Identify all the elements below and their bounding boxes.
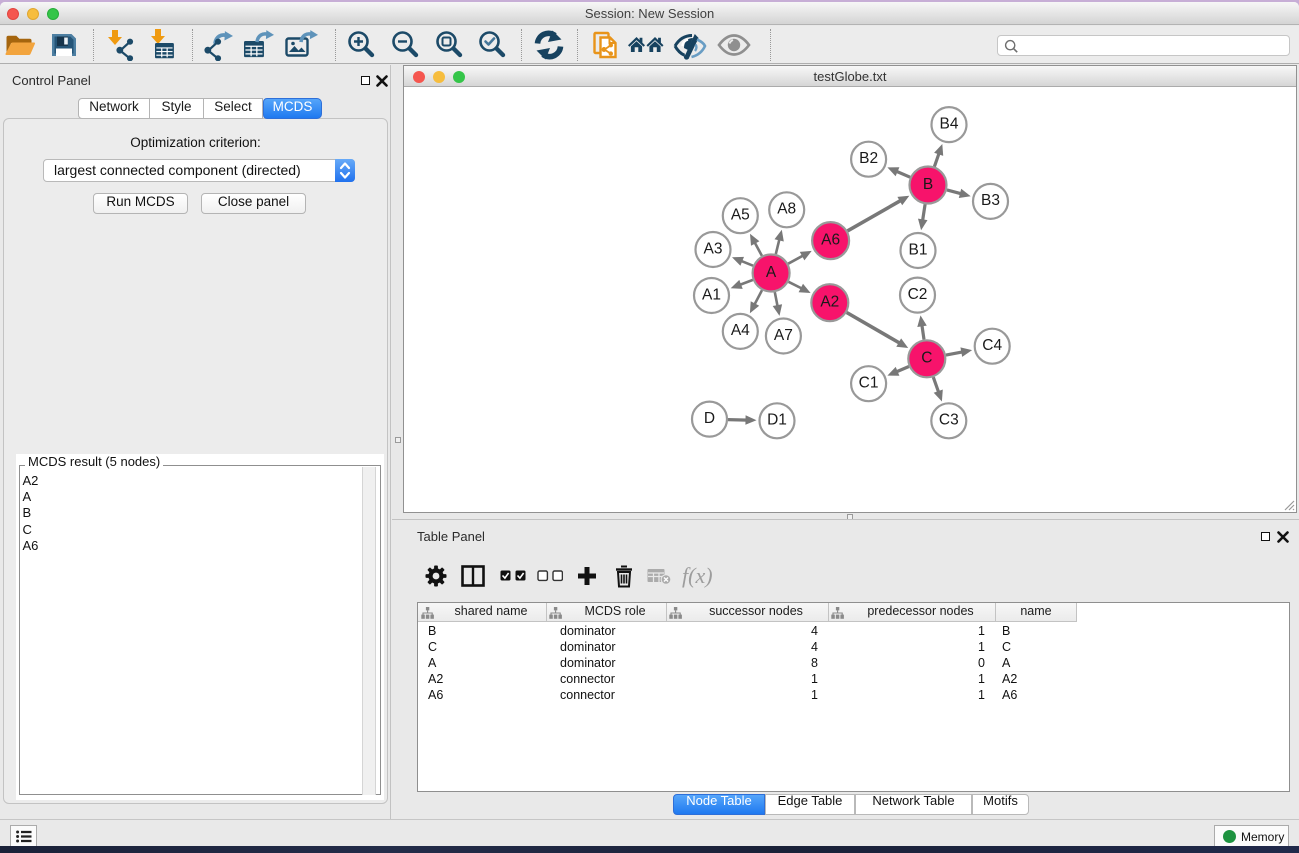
svg-text:C2: C2	[908, 286, 928, 303]
svg-text:B1: B1	[909, 241, 928, 258]
svg-text:C: C	[921, 350, 932, 367]
svg-text:A7: A7	[774, 327, 793, 344]
svg-text:A8: A8	[777, 201, 796, 218]
svg-text:A: A	[766, 264, 777, 281]
svg-text:B: B	[923, 176, 933, 193]
svg-text:A6: A6	[821, 231, 840, 248]
svg-text:A3: A3	[704, 240, 723, 257]
svg-text:D: D	[704, 410, 715, 427]
svg-text:A5: A5	[731, 207, 750, 224]
svg-text:B4: B4	[940, 115, 959, 132]
svg-text:B3: B3	[981, 192, 1000, 209]
svg-text:B2: B2	[859, 150, 878, 167]
svg-text:A1: A1	[702, 286, 721, 303]
svg-text:C1: C1	[859, 375, 879, 392]
svg-text:A4: A4	[731, 322, 750, 339]
svg-text:A2: A2	[820, 294, 839, 311]
svg-text:C3: C3	[939, 412, 959, 429]
svg-text:D1: D1	[767, 412, 787, 429]
svg-text:C4: C4	[982, 337, 1002, 354]
